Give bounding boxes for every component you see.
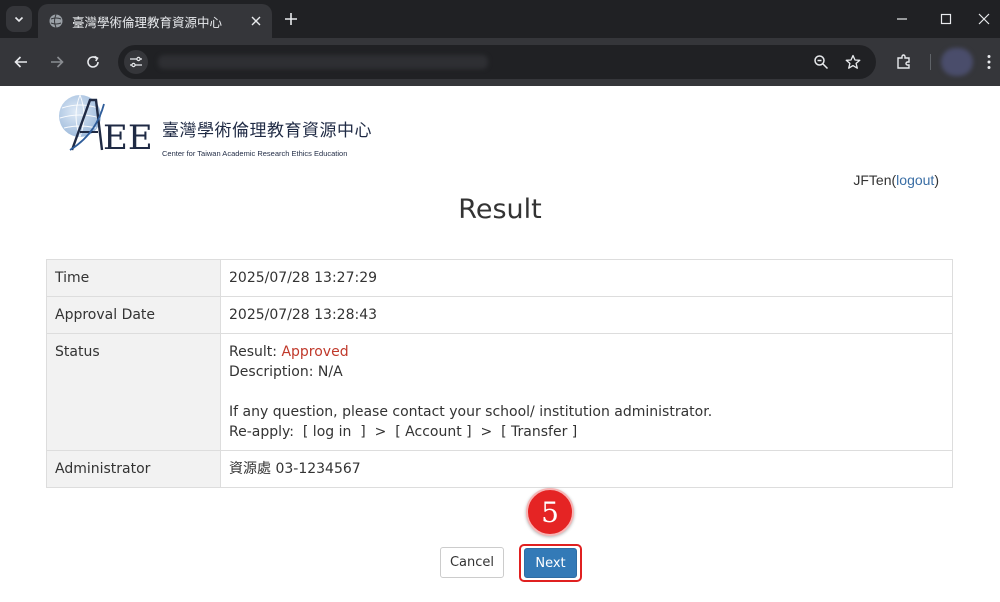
browser-toolbar: [0, 38, 1000, 86]
tune-icon: [130, 56, 142, 68]
browser-chrome: 臺灣學術倫理教育資源中心: [0, 0, 1000, 86]
time-label: Time: [46, 259, 221, 297]
close-icon: [978, 13, 990, 25]
browser-menu-button[interactable]: [980, 50, 998, 74]
question-line: If any question, please contact your sch…: [229, 404, 713, 420]
result-status-badge: Approved: [281, 344, 349, 360]
page-content: EE 臺灣學術倫理教育資源中心 Center for Taiwan Academ…: [0, 86, 1000, 602]
table-row-status: Status Result: Approved Description: N/A…: [46, 333, 953, 451]
status-label: Status: [46, 333, 221, 451]
tab-search-button[interactable]: [6, 6, 32, 32]
status-value: Result: Approved Description: N/A If any…: [220, 333, 953, 451]
profile-avatar[interactable]: [941, 48, 973, 76]
paren-close: ): [934, 172, 939, 188]
new-tab-button[interactable]: [280, 8, 302, 30]
time-value: 2025/07/28 13:27:29: [220, 259, 953, 297]
plus-icon: [285, 13, 297, 25]
maximize-button[interactable]: [932, 6, 960, 32]
arrow-right-icon: [51, 56, 64, 68]
window-close-button[interactable]: [970, 6, 998, 32]
url-text-redacted: [158, 55, 488, 69]
approval-date-label: Approval Date: [46, 296, 221, 334]
toolbar-divider: [930, 54, 931, 70]
zoom-icon: [814, 55, 829, 70]
administrator-label: Administrator: [46, 450, 221, 488]
zoom-button[interactable]: [812, 53, 830, 71]
forward-button[interactable]: [45, 50, 69, 74]
minimize-icon: [897, 18, 907, 20]
maximize-icon: [940, 13, 952, 25]
more-vert-icon: [987, 55, 991, 69]
star-icon: [845, 54, 861, 69]
logout-link[interactable]: logout: [896, 172, 934, 188]
approval-date-value: 2025/07/28 13:28:43: [220, 296, 953, 334]
aree-logo-mark: EE: [59, 94, 153, 156]
administrator-value: 資源處 03-1234567: [220, 450, 953, 488]
close-icon: [251, 16, 261, 26]
extensions-button[interactable]: [892, 50, 916, 74]
tab-close-button[interactable]: [246, 11, 266, 31]
site-logo[interactable]: EE 臺灣學術倫理教育資源中心 Center for Taiwan Academ…: [56, 94, 386, 158]
table-row-time: Time 2025/07/28 13:27:29: [46, 259, 953, 297]
arrow-left-icon: [14, 56, 27, 68]
svg-text:EE: EE: [103, 118, 153, 156]
reload-icon: [87, 55, 99, 68]
action-buttons: Cancel Next: [0, 544, 1000, 582]
chevron-down-icon: [14, 16, 24, 23]
user-info: JFTen(logout): [853, 172, 939, 188]
site-info-button[interactable]: [124, 50, 148, 74]
logo-chinese-name: 臺灣學術倫理教育資源中心: [162, 121, 372, 141]
description-line: Description: N/A: [229, 364, 343, 380]
username: JFTen: [853, 172, 892, 188]
table-row-approval-date: Approval Date 2025/07/28 13:28:43: [46, 296, 953, 334]
bookmark-button[interactable]: [844, 53, 862, 71]
result-line: Result: Approved: [229, 342, 944, 362]
page-title: Result: [458, 194, 542, 225]
tab-strip: 臺灣學術倫理教育資源中心: [0, 0, 1000, 38]
puzzle-icon: [897, 54, 910, 69]
cancel-button[interactable]: Cancel: [440, 547, 504, 578]
tab-title: 臺灣學術倫理教育資源中心: [72, 15, 223, 30]
reload-button[interactable]: [81, 50, 105, 74]
reapply-line: Re-apply: [ log in ] > [ Account ] > [ T…: [229, 424, 578, 440]
minimize-button[interactable]: [888, 6, 916, 32]
address-bar[interactable]: [118, 45, 876, 79]
step-number-badge: 5: [526, 488, 574, 536]
back-button[interactable]: [9, 50, 33, 74]
table-row-administrator: Administrator 資源處 03-1234567: [46, 450, 953, 488]
globe-icon: [49, 14, 63, 28]
next-button[interactable]: Next: [524, 548, 577, 578]
result-prefix: Result:: [229, 344, 282, 360]
active-tab[interactable]: 臺灣學術倫理教育資源中心: [38, 4, 272, 38]
result-table: Time 2025/07/28 13:27:29 Approval Date 2…: [46, 259, 953, 488]
logo-english-name: Center for Taiwan Academic Research Ethi…: [162, 149, 348, 158]
